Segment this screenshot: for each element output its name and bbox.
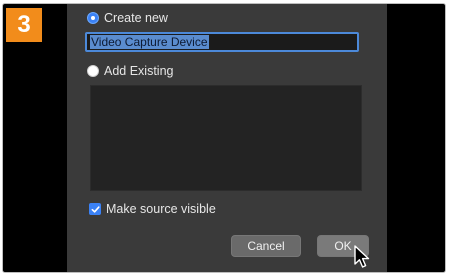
step-number-badge: 3 [6,8,42,42]
make-visible-checkbox[interactable] [89,203,101,215]
mouse-pointer-icon [354,245,370,268]
create-new-label: Create new [104,11,168,25]
existing-sources-list[interactable] [90,85,362,191]
create-select-source-dialog: Create new Video Capture Device Add Exis… [67,4,387,272]
create-new-option[interactable]: Create new [87,11,168,25]
checkmark-icon [91,205,100,213]
make-source-visible-option[interactable]: Make source visible [89,202,216,216]
screenshot-frame: 3 Create new Video Capture Device Add Ex… [2,3,446,273]
add-existing-option[interactable]: Add Existing [87,64,173,78]
make-visible-label: Make source visible [106,202,216,216]
add-existing-label: Add Existing [104,64,174,78]
create-new-radio[interactable] [87,12,99,24]
source-name-selected-text: Video Capture Device [90,35,209,49]
source-name-input[interactable]: Video Capture Device [85,32,359,52]
cancel-button[interactable]: Cancel [231,235,301,257]
add-existing-radio[interactable] [87,65,99,77]
